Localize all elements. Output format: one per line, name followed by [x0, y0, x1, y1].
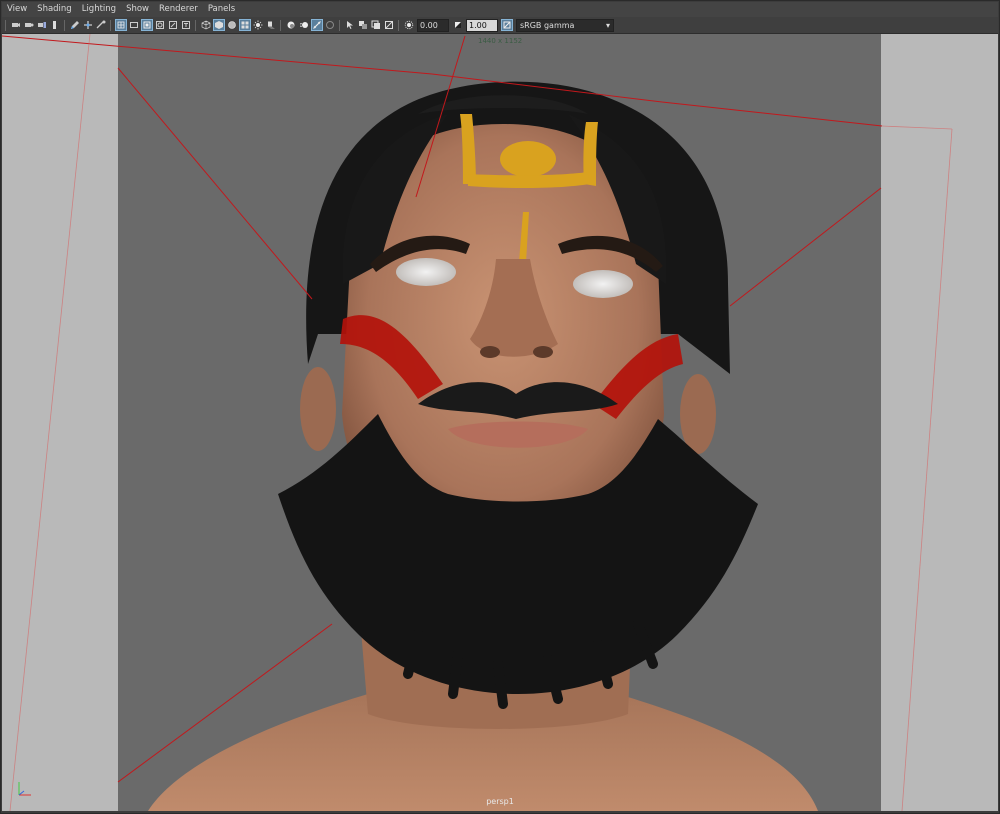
select-camera-icon[interactable] — [11, 20, 21, 30]
menu-view[interactable]: View — [2, 2, 32, 17]
safe-title-icon[interactable] — [181, 20, 191, 30]
chevron-down-icon: ▾ — [605, 20, 610, 30]
color-management-icon[interactable] — [500, 19, 513, 31]
maya-viewport-panel: View Shading Lighting Show Renderer Pane… — [0, 0, 1000, 814]
menu-panels[interactable]: Panels — [203, 2, 240, 17]
toolbar-separator — [5, 19, 6, 31]
resolution-gate-mask-left — [2, 34, 118, 811]
wireframe-icon[interactable] — [201, 20, 211, 30]
image-plane-icon[interactable] — [50, 20, 60, 30]
film-gate-icon[interactable] — [114, 19, 127, 31]
viewport-3d[interactable]: 1440 x 1152 persp1 — [2, 34, 998, 811]
menu-shading[interactable]: Shading — [32, 2, 77, 17]
exposure-icon[interactable] — [404, 20, 414, 30]
gamma-icon[interactable] — [453, 20, 463, 30]
xray-joints-icon[interactable] — [371, 20, 381, 30]
view-axis-icon — [18, 782, 31, 796]
shadows-icon[interactable] — [266, 20, 276, 30]
resolution-gate-icon[interactable] — [129, 20, 139, 30]
character-head-render — [148, 81, 818, 811]
color-space-value: sRGB gamma — [520, 20, 575, 30]
grease-pencil-icon[interactable] — [70, 20, 80, 30]
field-chart-icon[interactable] — [155, 20, 165, 30]
toolbar-separator — [110, 19, 111, 31]
grid-icon[interactable] — [96, 20, 106, 30]
color-space-dropdown[interactable]: sRGB gamma ▾ — [516, 18, 614, 32]
toolbar-separator — [280, 19, 281, 31]
eye-right — [573, 270, 633, 298]
anti-aliasing-icon[interactable] — [310, 19, 323, 31]
bookmark-icon[interactable] — [37, 20, 47, 30]
motion-blur-icon[interactable] — [299, 20, 309, 30]
menu-renderer[interactable]: Renderer — [154, 2, 203, 17]
safe-action-icon[interactable] — [168, 20, 178, 30]
wireframe-on-shaded-icon[interactable] — [227, 20, 237, 30]
toolbar-separator — [195, 19, 196, 31]
depth-of-field-icon[interactable] — [325, 20, 335, 30]
toolbar-separator — [398, 19, 399, 31]
isolate-select-icon[interactable] — [345, 20, 355, 30]
use-all-lights-icon[interactable] — [253, 20, 263, 30]
xray-icon[interactable] — [358, 20, 368, 30]
smooth-shade-icon[interactable] — [212, 19, 225, 31]
render-region — [118, 34, 881, 811]
ear-left — [300, 367, 336, 451]
panel-toolbar: 0.00 1.00 sRGB gamma ▾ — [2, 17, 998, 34]
menu-lighting[interactable]: Lighting — [77, 2, 121, 17]
menu-show[interactable]: Show — [121, 2, 154, 17]
resolution-gate-mask-right — [881, 34, 998, 811]
eye-left — [396, 258, 456, 286]
resolution-gate-label: 1440 x 1152 — [478, 37, 523, 45]
exposure-field[interactable]: 0.00 — [417, 18, 449, 32]
toolbar-separator — [339, 19, 340, 31]
2d-pan-zoom-icon[interactable] — [83, 20, 93, 30]
ear-right — [680, 374, 716, 454]
camera-attributes-icon[interactable] — [24, 20, 34, 30]
gate-mask-icon[interactable] — [140, 19, 153, 31]
toolbar-separator — [64, 19, 65, 31]
gamma-field[interactable]: 1.00 — [466, 18, 498, 32]
textured-icon[interactable] — [238, 19, 251, 31]
panel-menu-bar: View Shading Lighting Show Renderer Pane… — [2, 2, 998, 17]
screen-space-ao-icon[interactable] — [286, 20, 296, 30]
camera-name-label: persp1 — [486, 797, 514, 806]
backface-culling-icon[interactable] — [384, 20, 394, 30]
